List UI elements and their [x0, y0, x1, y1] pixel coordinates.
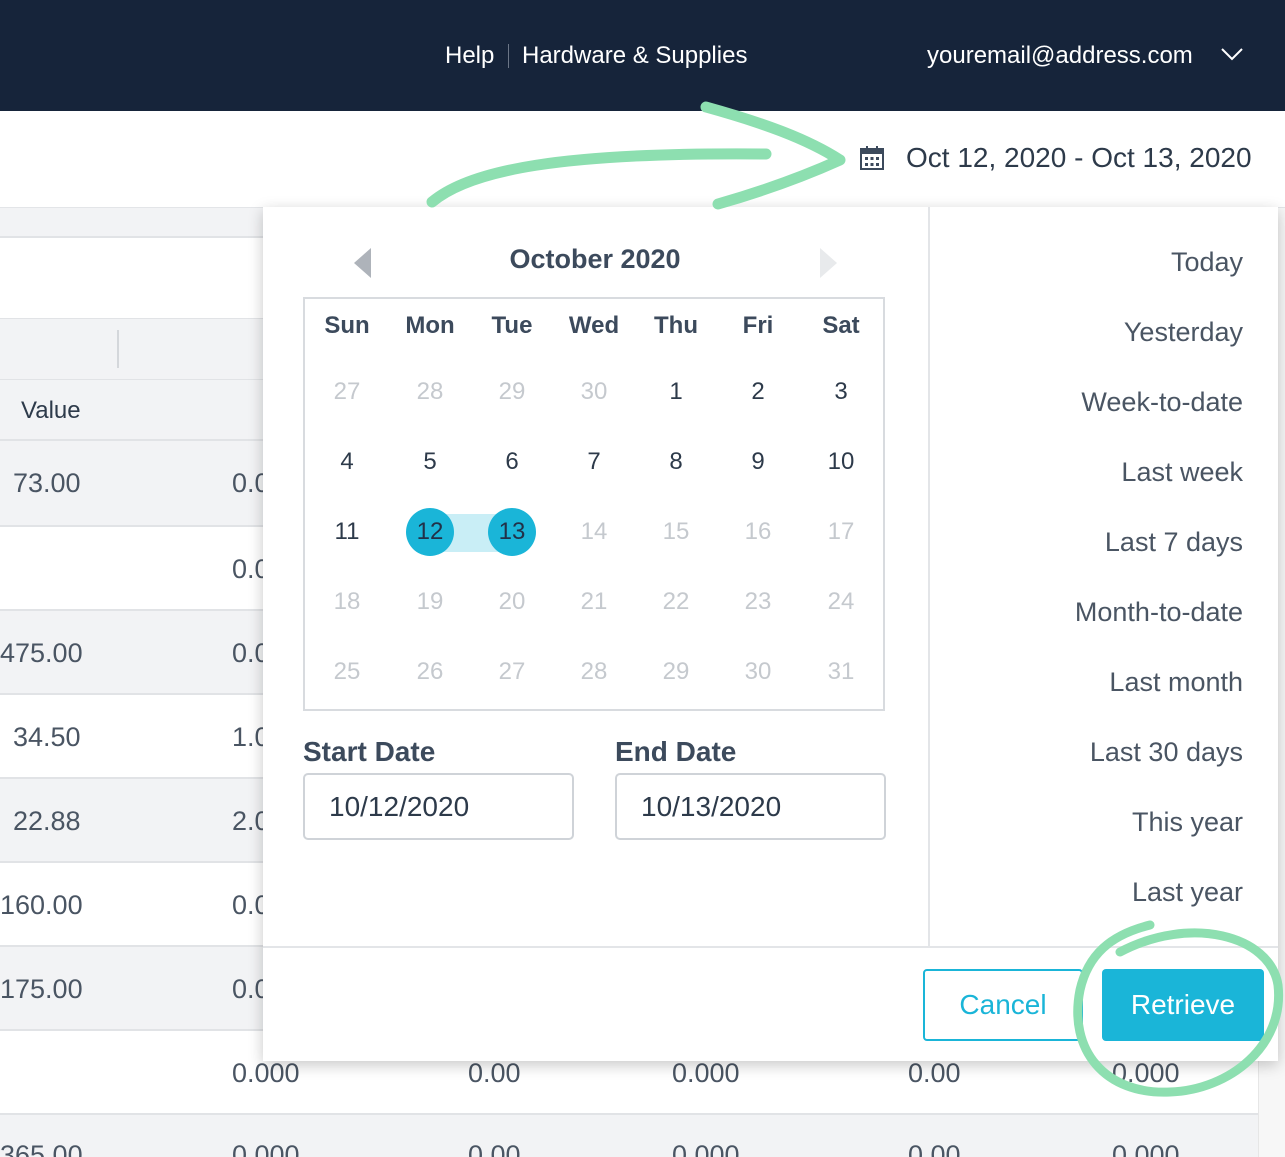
month-title: October 2020	[509, 244, 681, 274]
calendar-day[interactable]: 26	[389, 657, 471, 687]
calendar-day[interactable]: 30	[553, 377, 635, 407]
table-row	[0, 1115, 1258, 1157]
calendar-day[interactable]: 29	[471, 377, 553, 407]
cancel-button[interactable]: Cancel	[923, 969, 1083, 1041]
nav-separator	[508, 44, 509, 68]
preset-last-week[interactable]: Last week	[1121, 457, 1243, 488]
weekday-header: Fri	[742, 312, 774, 339]
table-cell: 365.00	[0, 1140, 83, 1157]
preset-yesterday[interactable]: Yesterday	[1124, 317, 1243, 348]
weekday-header: Sat	[822, 312, 860, 339]
retrieve-button[interactable]: Retrieve	[1102, 969, 1264, 1041]
table-cell: 34.50	[13, 722, 81, 752]
calendar-day[interactable]: 14	[553, 517, 635, 547]
calendar-day[interactable]: 27	[471, 657, 553, 687]
calendar-day[interactable]: 24	[800, 587, 882, 617]
table-cell: 0.000	[672, 1058, 740, 1088]
calendar-day[interactable]: 22	[635, 587, 717, 617]
table-cell: 0.000	[1112, 1140, 1180, 1157]
value-column-header[interactable]: Value	[21, 394, 81, 428]
prev-month-arrow-icon[interactable]	[354, 248, 371, 278]
date-range-label: Oct 12, 2020 - Oct 13, 2020	[906, 142, 1252, 173]
calendar-day[interactable]: 7	[553, 447, 635, 477]
calendar-day[interactable]: 31	[800, 657, 882, 687]
calendar-day[interactable]: 19	[389, 587, 471, 617]
preset-last-year[interactable]: Last year	[1132, 877, 1243, 908]
preset-last-30-days[interactable]: Last 30 days	[1090, 737, 1243, 768]
top-nav-bar: Help Hardware & Supplies youremail@addre…	[0, 0, 1285, 111]
calendar-day[interactable]: 11	[306, 517, 388, 547]
calendar-day[interactable]: 3	[800, 377, 882, 407]
weekday-header: Thu	[654, 312, 698, 339]
preset-last-month[interactable]: Last month	[1109, 667, 1243, 698]
calendar-icon	[860, 146, 884, 170]
calendar-day[interactable]: 21	[553, 587, 635, 617]
next-month-arrow-icon[interactable]	[820, 248, 837, 278]
footer-divider	[263, 946, 1278, 948]
calendar-day[interactable]: 20	[471, 587, 553, 617]
table-cell: 0.00	[908, 1140, 961, 1157]
table-cell: 0.00	[468, 1140, 521, 1157]
calendar-day[interactable]: 28	[389, 377, 471, 407]
calendar-day[interactable]: 29	[635, 657, 717, 687]
hardware-supplies-link[interactable]: Hardware & Supplies	[522, 40, 747, 72]
preset-last-7-days[interactable]: Last 7 days	[1105, 527, 1243, 558]
account-email[interactable]: youremail@address.com	[927, 40, 1193, 72]
calendar-day[interactable]: 25	[306, 657, 388, 687]
weekday-header: Wed	[568, 312, 620, 339]
table-cell: 0.000	[232, 1058, 300, 1088]
calendar-day[interactable]: 15	[635, 517, 717, 547]
weekday-header: Tue	[491, 312, 533, 339]
preset-this-year[interactable]: This year	[1132, 807, 1243, 838]
table-cell: 0.000	[232, 1140, 300, 1157]
calendar-day[interactable]: 16	[717, 517, 799, 547]
preset-month-to-date[interactable]: Month-to-date	[1075, 597, 1243, 628]
calendar-day[interactable]: 4	[306, 447, 388, 477]
calendar-day[interactable]: 5	[389, 447, 471, 477]
end-date-input[interactable]	[615, 773, 886, 840]
calendar-day[interactable]: 23	[717, 587, 799, 617]
table-cell: 0.00	[468, 1058, 521, 1088]
calendar-day[interactable]: 30	[717, 657, 799, 687]
calendar-day[interactable]: 6	[471, 447, 553, 477]
end-date-label: End Date	[615, 736, 737, 767]
table-cell: 160.00	[0, 890, 83, 920]
table-cell: 22.88	[13, 806, 81, 836]
table-cell: 0.000	[1112, 1058, 1180, 1088]
weekday-header: Sun	[324, 312, 370, 339]
calendar-day-selected-end[interactable]: 13	[471, 517, 553, 547]
calendar-day[interactable]: 1	[635, 377, 717, 407]
table-cell: 0.000	[672, 1140, 740, 1157]
calendar-grid	[303, 297, 885, 711]
date-range-picker-button[interactable]: Oct 12, 2020 - Oct 13, 2020	[858, 136, 1252, 180]
calendar-day[interactable]: 27	[306, 377, 388, 407]
weekday-header: Mon	[405, 312, 455, 339]
calendar-day[interactable]: 9	[717, 447, 799, 477]
calendar-day[interactable]: 10	[800, 447, 882, 477]
help-link[interactable]: Help	[445, 40, 494, 72]
preset-week-to-date[interactable]: Week-to-date	[1081, 387, 1243, 418]
calendar-day[interactable]: 18	[306, 587, 388, 617]
table-cell: 175.00	[0, 974, 83, 1004]
chevron-down-icon[interactable]	[1220, 44, 1244, 64]
calendar-day[interactable]: 17	[800, 517, 882, 547]
presets-divider	[928, 207, 930, 947]
calendar-day-selected-start[interactable]: 12	[389, 517, 471, 547]
table-cell: 0.00	[908, 1058, 961, 1088]
table-cell: 73.00	[13, 468, 81, 498]
start-date-input[interactable]	[303, 773, 574, 840]
table-cell: 475.00	[0, 638, 83, 668]
calendar-day[interactable]: 8	[635, 447, 717, 477]
preset-today[interactable]: Today	[1171, 247, 1243, 278]
start-date-label: Start Date	[303, 736, 436, 767]
calendar-day[interactable]: 28	[553, 657, 635, 687]
calendar-day[interactable]: 2	[717, 377, 799, 407]
